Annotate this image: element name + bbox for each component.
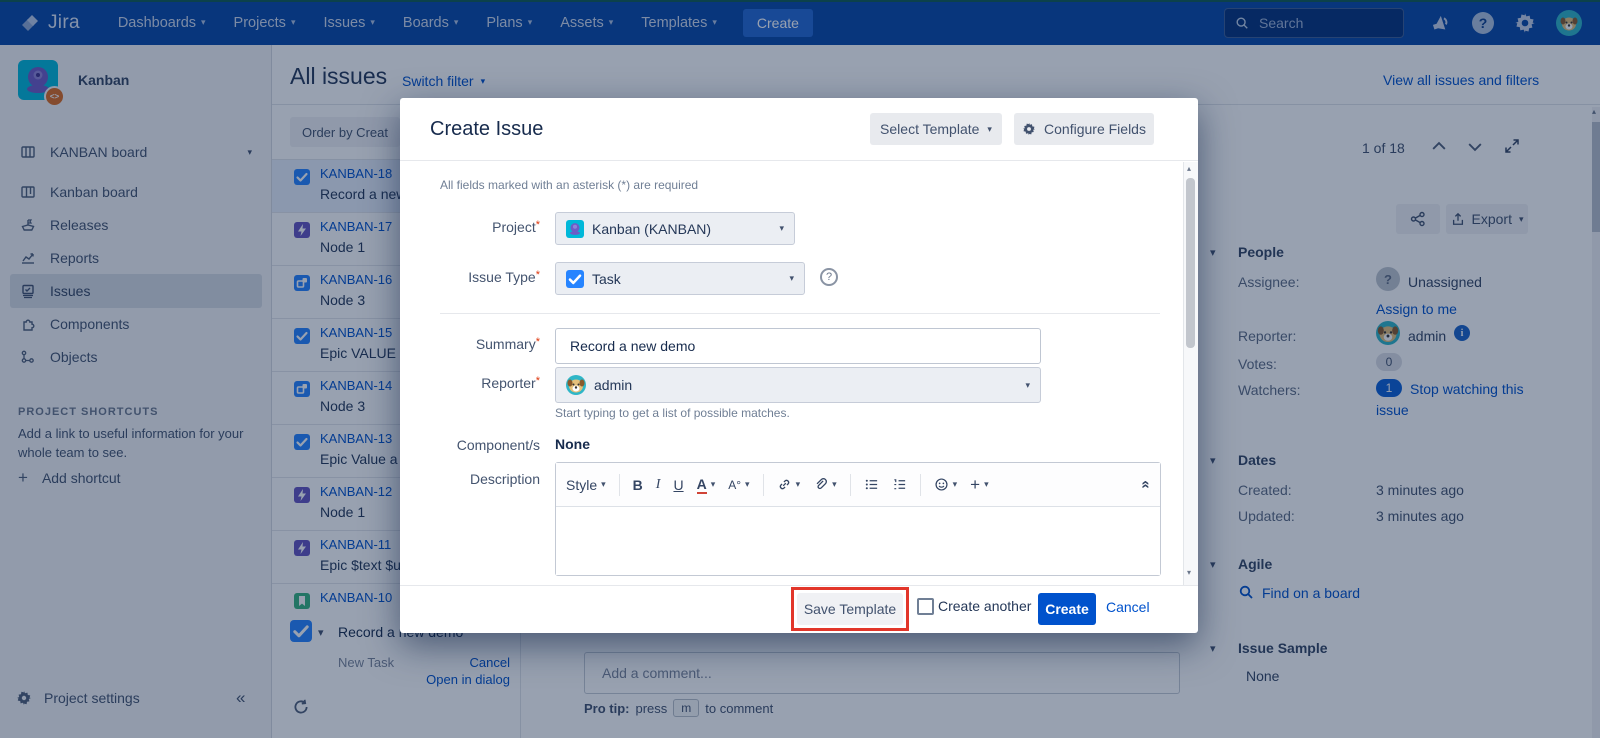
description-textarea[interactable] (556, 507, 1160, 575)
components-value: None (555, 436, 590, 452)
link-dropdown[interactable]: ▾ (777, 477, 801, 492)
components-field-label: Component/s (400, 437, 540, 453)
paperclip-icon (813, 477, 828, 492)
bullet-list-icon[interactable] (864, 477, 879, 492)
configure-fields-button[interactable]: Configure Fields (1014, 113, 1154, 145)
underline-button[interactable]: U (673, 477, 683, 493)
create-issue-dialog: Create Issue Select Template ▾ Configure… (400, 98, 1198, 633)
numbered-list-icon[interactable] (892, 477, 907, 492)
chevron-down-icon: ▾ (832, 479, 837, 490)
required-fields-note: All fields marked with an asterisk (*) a… (440, 178, 698, 192)
divider (619, 474, 620, 496)
issue-type-select[interactable]: Task ▾ (555, 262, 805, 295)
project-select[interactable]: Kanban (KANBAN) ▾ (555, 212, 795, 245)
reporter-select[interactable]: admin ▾ (555, 367, 1041, 403)
reporter-field-label: Reporter* (400, 375, 540, 391)
create-button[interactable]: Create (1038, 593, 1096, 625)
chevron-down-icon: ▾ (789, 273, 794, 284)
insert-more-dropdown[interactable]: +▾ (970, 475, 988, 495)
dialog-scrollbar-thumb[interactable] (1186, 178, 1195, 348)
select-template-dropdown[interactable]: Select Template ▾ (870, 113, 1002, 145)
chevron-down-icon: ▾ (779, 223, 784, 234)
chevron-down-icon: ▾ (745, 479, 750, 490)
divider (400, 160, 1198, 161)
chevron-down-icon: ▾ (987, 124, 992, 135)
issue-type-help-icon[interactable]: ? (820, 268, 838, 286)
emoji-dropdown[interactable]: ▾ (934, 477, 958, 492)
project-field-label: Project* (400, 219, 540, 235)
task-icon (566, 270, 584, 288)
summary-field-label: Summary* (400, 336, 540, 352)
scroll-up-icon[interactable]: ▴ (1187, 164, 1191, 173)
create-another-label: Create another (938, 598, 1031, 614)
gear-icon (1022, 122, 1036, 136)
summary-field[interactable] (555, 328, 1041, 364)
jira-app: Jira Dashboards▾ Projects▾ Issues▾ Board… (0, 0, 1600, 738)
emoji-icon (934, 477, 949, 492)
annotation-highlight-box (791, 587, 909, 631)
chevron-down-icon: ▾ (711, 479, 716, 490)
chevron-down-icon: ▾ (601, 479, 606, 490)
cancel-link[interactable]: Cancel (1106, 599, 1150, 615)
description-editor[interactable]: Style▾ B I U A▾ A°▾ ▾ ▾ (555, 462, 1161, 576)
divider (440, 313, 1160, 314)
text-color-dropdown[interactable]: A▾ (697, 476, 716, 494)
divider (763, 474, 764, 496)
scroll-down-icon[interactable]: ▾ (1187, 568, 1191, 577)
description-field-label: Description (400, 471, 540, 487)
reporter-help-text: Start typing to get a list of possible m… (555, 406, 790, 420)
link-icon (777, 477, 792, 492)
divider (920, 474, 921, 496)
style-dropdown[interactable]: Style▾ (566, 477, 606, 493)
dialog-title: Create Issue (430, 118, 543, 141)
summary-input[interactable] (568, 337, 1028, 355)
chevron-down-icon: ▾ (796, 479, 801, 490)
collapse-toolbar-icon[interactable]: « (1137, 480, 1154, 488)
create-another-checkbox[interactable] (917, 598, 934, 615)
issue-type-field-label: Issue Type* (400, 269, 540, 285)
editor-toolbar: Style▾ B I U A▾ A°▾ ▾ ▾ (556, 463, 1160, 507)
more-color-dropdown[interactable]: A°▾ (728, 478, 749, 492)
bold-button[interactable]: B (633, 477, 643, 493)
reporter-avatar-icon (566, 375, 586, 395)
chevron-down-icon: ▾ (984, 479, 989, 490)
italic-button[interactable]: I (656, 477, 661, 493)
project-avatar-icon (566, 220, 584, 238)
chevron-down-icon: ▾ (1025, 380, 1030, 391)
attachment-dropdown[interactable]: ▾ (813, 477, 837, 492)
divider (850, 474, 851, 496)
chevron-down-icon: ▾ (953, 479, 958, 490)
